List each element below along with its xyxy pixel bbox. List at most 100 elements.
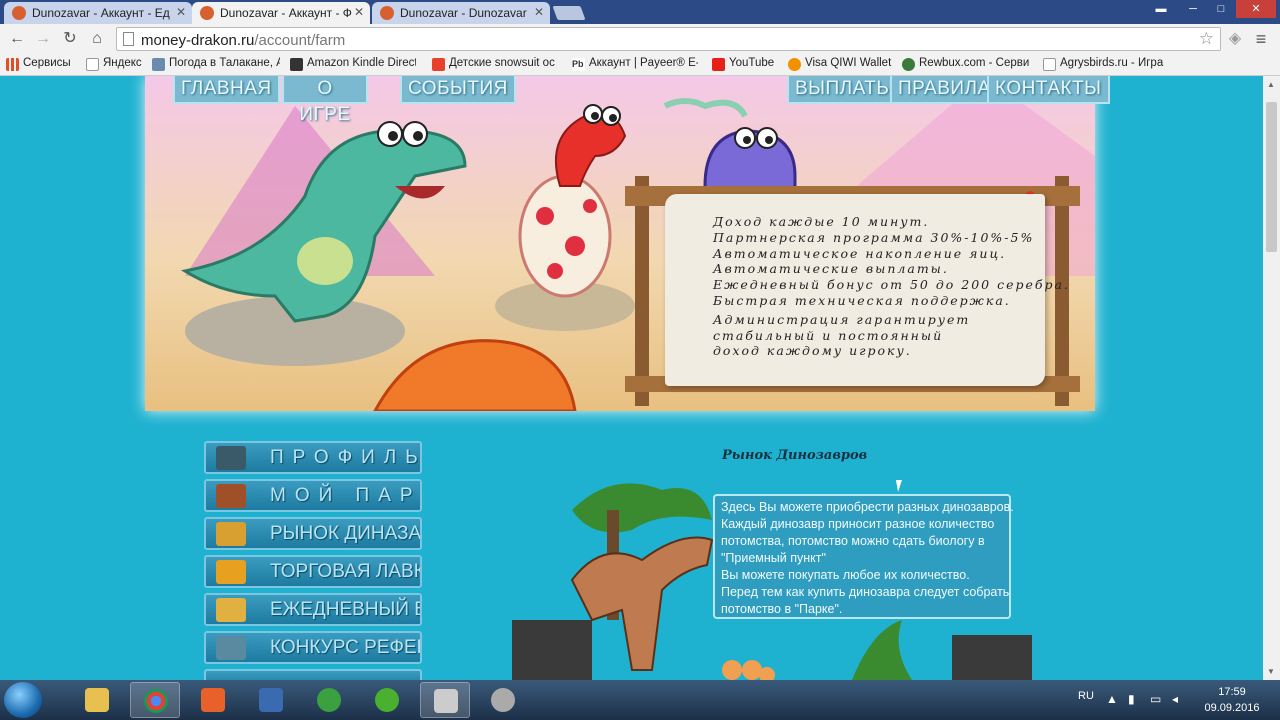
nav-contacts[interactable]: КОНТАКТЫ xyxy=(987,76,1110,104)
bookmark-qiwi[interactable]: Visa QIWI Wallet xyxy=(788,57,894,73)
back-icon[interactable]: ← xyxy=(8,30,26,48)
nav-about[interactable]: О ИГРЕ xyxy=(282,76,368,125)
bookmark-label: Детские snowsuit ос xyxy=(449,57,555,69)
address-bar[interactable]: money-drakon.ru/account/farm ☆ xyxy=(116,27,1221,51)
tab-account-daily[interactable]: Dunozavar - Аккаунт - Ед ✕ xyxy=(4,2,192,24)
section-title: Рынок Динозавров xyxy=(722,448,868,463)
close-tab-icon[interactable]: ✕ xyxy=(176,5,186,19)
dinosaur-icon xyxy=(216,484,246,508)
page-icon xyxy=(123,32,134,46)
taskbar-media-player[interactable] xyxy=(188,682,238,718)
taskbar-chrome[interactable] xyxy=(130,682,180,718)
coins-icon xyxy=(216,598,246,622)
taskbar-app[interactable] xyxy=(246,682,296,718)
menu-referral-contest[interactable]: КОНКУРС РЕФЕРАЛОВ xyxy=(204,631,422,664)
tray-expand-icon[interactable]: ▲ xyxy=(1106,692,1118,706)
clock-date: 09.09.2016 xyxy=(1204,702,1260,714)
menu-daily-bonus[interactable]: ЕЖЕДНЕВНЫЙ БОНУС xyxy=(204,593,422,626)
forward-icon[interactable]: → xyxy=(34,30,52,48)
bookmark-agrysbirds[interactable]: Agrysbirds.ru - Игра xyxy=(1043,57,1167,73)
home-icon[interactable]: ⌂ xyxy=(88,30,106,48)
taskbar-settings[interactable] xyxy=(478,682,528,718)
utorrent-icon xyxy=(375,688,399,712)
bookmark-yandex[interactable]: Яндекс xyxy=(86,57,146,73)
bookmark-youtube[interactable]: YouTube xyxy=(712,57,782,73)
taskbar-utorrent[interactable] xyxy=(362,682,412,718)
system-clock[interactable]: 17:59 09.09.2016 xyxy=(1200,684,1264,716)
chart-icon xyxy=(317,688,341,712)
page-scrollbar[interactable]: ▲ ▼ xyxy=(1263,76,1280,680)
feature-line: стабильный и постоянный xyxy=(713,327,944,343)
bookmark-label: Сервисы xyxy=(23,57,71,69)
bookmark-rewbux[interactable]: Rewbux.com - Серви xyxy=(902,57,1030,73)
close-tab-icon[interactable]: ✕ xyxy=(534,5,544,19)
menu-label: ЕЖЕДНЕВНЫЙ БОНУС xyxy=(270,599,420,620)
market-info-box: Здесь Вы можете приобрести разных диноза… xyxy=(713,494,1014,619)
menu-trade-shop[interactable]: ТОРГОВАЯ ЛАВКА xyxy=(204,555,422,588)
battery-icon[interactable]: ▭ xyxy=(1150,692,1161,706)
reload-icon[interactable]: ↻ xyxy=(61,30,79,48)
tab-account-farm[interactable]: Dunozavar - Аккаунт - Ф ✕ xyxy=(192,2,370,24)
minimize-icon[interactable]: ─ xyxy=(1180,0,1206,18)
menu-icon[interactable]: ≡ xyxy=(1252,30,1270,48)
qiwi-icon xyxy=(788,58,801,71)
nav-events[interactable]: СОБЫТИЯ xyxy=(400,76,516,104)
bookmark-services[interactable]: Сервисы xyxy=(6,57,78,73)
youtube-icon xyxy=(712,58,725,71)
maximize-icon[interactable]: □ xyxy=(1208,0,1234,18)
nav-home[interactable]: ГЛАВНАЯ xyxy=(173,76,280,104)
scroll-down-icon[interactable]: ▼ xyxy=(1267,667,1275,676)
user-icon[interactable]: ▬ xyxy=(1150,0,1172,18)
taskbar-stats[interactable] xyxy=(304,682,354,718)
clock-time: 17:59 xyxy=(1218,686,1246,698)
network-icon[interactable]: ▮ xyxy=(1128,692,1135,706)
header-banner: ГЛАВНАЯ О ИГРЕ СОБЫТИЯ ВЫПЛАТЫ ПРАВИЛА К… xyxy=(145,76,1110,411)
play-icon xyxy=(201,688,225,712)
coins-icon xyxy=(216,522,246,546)
volume-icon[interactable]: ◂ xyxy=(1172,692,1178,706)
bookmark-label: Аккаунт | Payeer® E- xyxy=(589,57,698,69)
nav-payouts[interactable]: ВЫПЛАТЫ xyxy=(787,76,902,104)
scrollbar-thumb[interactable] xyxy=(1266,102,1277,252)
menu-profile[interactable]: ПРОФИЛЬ xyxy=(204,441,422,474)
tab-strip: Dunozavar - Аккаунт - Ед ✕ Dunozavar - А… xyxy=(0,0,1280,24)
bookmark-kindle[interactable]: Amazon Kindle Direct xyxy=(290,57,416,73)
bookmark-label: Agrysbirds.ru - Игра xyxy=(1060,57,1164,69)
bookmark-label: Visa QIWI Wallet xyxy=(805,57,892,69)
menu-label: МОЙ ПАРК xyxy=(270,485,422,506)
language-indicator[interactable]: RU xyxy=(1078,690,1094,702)
kindle-icon xyxy=(290,58,303,71)
scroll-up-icon[interactable]: ▲ xyxy=(1267,80,1275,89)
chrome-icon xyxy=(144,689,168,713)
menu-next[interactable] xyxy=(204,669,422,680)
rewbux-icon xyxy=(902,58,915,71)
feature-line: Автоматические выплаты. xyxy=(713,261,949,277)
bookmark-star-icon[interactable]: ☆ xyxy=(1199,29,1214,49)
extension-icon[interactable]: ◈ xyxy=(1226,30,1244,48)
close-tab-icon[interactable]: ✕ xyxy=(354,5,364,19)
menu-label: ПРОФИЛЬ xyxy=(270,447,422,468)
bookmark-payeer[interactable]: Pb Аккаунт | Payeer® E- xyxy=(572,57,698,73)
feature-line: Автоматическое накопление яиц. xyxy=(713,245,1007,261)
menu-dino-market[interactable]: РЫНОК ДИНАЗАВРОВ xyxy=(204,517,422,550)
tab-home[interactable]: Dunozavar - Dunozavar ✕ xyxy=(372,2,550,24)
close-window-icon[interactable]: ✕ xyxy=(1236,0,1276,18)
apps-grid-icon xyxy=(6,58,19,71)
feature-line: Партнерская программа 30%-10%-5% xyxy=(713,229,1035,245)
menu-my-park[interactable]: МОЙ ПАРК xyxy=(204,479,422,512)
taskbar-explorer[interactable] xyxy=(72,682,122,718)
app-icon xyxy=(259,688,283,712)
info-line: Перед тем как купить динозавра следует с… xyxy=(721,585,1010,599)
windows-taskbar: RU ▲ ▮ ▭ ◂ 17:59 09.09.2016 xyxy=(0,680,1280,720)
feature-line: Быстрая техническая поддержка. xyxy=(713,292,1011,308)
nav-rules[interactable]: ПРАВИЛА xyxy=(890,76,999,104)
bookmark-weather[interactable]: Погода в Талакане, А xyxy=(152,57,280,73)
feature-line: доход каждому игроку. xyxy=(713,343,912,359)
page-viewport: ГЛАВНАЯ О ИГРЕ СОБЫТИЯ ВЫПЛАТЫ ПРАВИЛА К… xyxy=(0,76,1263,680)
site-favicon-icon xyxy=(12,6,26,20)
start-button[interactable] xyxy=(4,682,42,718)
payeer-icon: Pb xyxy=(572,58,585,71)
bookmark-snowsuit[interactable]: Детские snowsuit ос xyxy=(432,57,558,73)
taskbar-window[interactable] xyxy=(420,682,470,718)
new-tab-button[interactable] xyxy=(552,6,586,20)
